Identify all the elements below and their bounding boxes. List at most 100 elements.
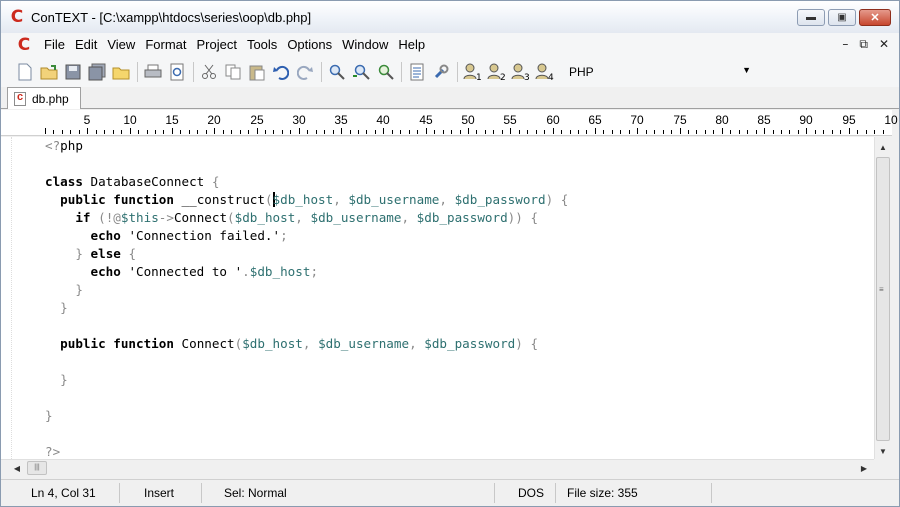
- scroll-left-arrow-icon[interactable]: ◀: [9, 460, 25, 476]
- user-exec-1-icon[interactable]: 1: [463, 62, 483, 82]
- ruler-tick: [147, 130, 148, 134]
- tab-label: db.php: [32, 91, 69, 106]
- maximize-button[interactable]: ▣: [828, 9, 856, 26]
- menu-window[interactable]: Window: [337, 33, 393, 57]
- ruler-tick: [366, 130, 367, 134]
- ruler-label: 30: [292, 113, 306, 127]
- find-next-icon[interactable]: [351, 62, 371, 82]
- undo-icon[interactable]: [271, 62, 291, 82]
- code-line[interactable]: class DatabaseConnect {: [45, 173, 568, 191]
- scroll-up-arrow-icon[interactable]: ▲: [875, 139, 891, 155]
- new-file-icon[interactable]: [15, 62, 35, 82]
- ruler-tick: [62, 130, 63, 134]
- menu-project[interactable]: Project: [191, 33, 241, 57]
- ruler-tick: [612, 130, 613, 134]
- code-line[interactable]: } else {: [45, 245, 568, 263]
- document-close-button[interactable]: ✕: [879, 37, 889, 52]
- code-line[interactable]: [45, 425, 568, 443]
- ruler-tick: [400, 130, 401, 134]
- menu-file[interactable]: File: [39, 33, 70, 57]
- menu-help[interactable]: Help: [393, 33, 430, 57]
- export-icon[interactable]: [407, 62, 427, 82]
- paste-icon[interactable]: [247, 62, 267, 82]
- tab-db-php[interactable]: db.php: [7, 87, 81, 109]
- code-line[interactable]: [45, 317, 568, 335]
- user-exec-2-icon[interactable]: 2: [487, 62, 507, 82]
- code-line[interactable]: <?php: [45, 137, 568, 155]
- horizontal-scroll-thumb[interactable]: |||: [27, 461, 47, 475]
- code-line[interactable]: echo 'Connection failed.';: [45, 227, 568, 245]
- print-preview-icon[interactable]: [167, 62, 187, 82]
- replace-icon[interactable]: [375, 62, 395, 82]
- ruler-label: 10: [884, 113, 898, 127]
- code-line[interactable]: [45, 353, 568, 371]
- php-file-icon: [14, 91, 26, 106]
- menu-view[interactable]: View: [102, 33, 140, 57]
- document-tab-bar: db.php: [1, 87, 899, 109]
- ruler-tick: [316, 130, 317, 134]
- ruler-tick: [172, 128, 173, 134]
- ruler-label: 45: [419, 113, 433, 127]
- vertical-scroll-thumb[interactable]: [876, 157, 890, 441]
- ruler-tick: [104, 130, 105, 134]
- code-line[interactable]: public function Connect($db_host, $db_us…: [45, 335, 568, 353]
- ruler-tick: [806, 128, 807, 134]
- ruler-tick: [485, 130, 486, 134]
- scroll-right-arrow-icon[interactable]: ▶: [856, 460, 872, 476]
- document-minimize-button[interactable]: –: [842, 37, 848, 52]
- ruler-label: 15: [165, 113, 179, 127]
- settings-icon[interactable]: [431, 62, 451, 82]
- close-button[interactable]: ✕: [859, 9, 891, 26]
- copy-icon[interactable]: [223, 62, 243, 82]
- title-bar[interactable]: C ConTEXT - [C:\xampp\htdocs\series\oop\…: [1, 1, 899, 33]
- code-line[interactable]: [45, 155, 568, 173]
- code-line[interactable]: if (!@$this->Connect($db_host, $db_usern…: [45, 209, 568, 227]
- language-select[interactable]: PHP ▼: [564, 61, 756, 82]
- minimize-button[interactable]: ▬: [797, 9, 825, 26]
- ruler-tick: [561, 130, 562, 134]
- code-line[interactable]: }: [45, 371, 568, 389]
- ruler-label: 95: [842, 113, 856, 127]
- code-line[interactable]: public function __construct($db_host, $d…: [45, 191, 568, 209]
- ruler-tick: [307, 130, 308, 134]
- code-line[interactable]: }: [45, 407, 568, 425]
- menu-format[interactable]: Format: [140, 33, 191, 57]
- vertical-scrollbar[interactable]: ▲ ≡ ▼: [874, 137, 891, 459]
- ruler-tick: [299, 128, 300, 134]
- ruler-tick: [874, 130, 875, 134]
- code-line[interactable]: }: [45, 299, 568, 317]
- open-icon[interactable]: [39, 62, 59, 82]
- app-window: C ConTEXT - [C:\xampp\htdocs\series\oop\…: [0, 0, 900, 507]
- toolbar-separator: [457, 62, 458, 82]
- menu-tools[interactable]: Tools: [242, 33, 282, 57]
- ruler-tick: [113, 130, 114, 134]
- ruler-tick: [231, 130, 232, 134]
- cut-icon[interactable]: [199, 62, 219, 82]
- horizontal-scrollbar[interactable]: ◀ ||| ▶: [1, 459, 874, 476]
- ruler-tick: [333, 130, 334, 134]
- ruler-tick: [426, 128, 427, 134]
- redo-icon[interactable]: [295, 62, 315, 82]
- scroll-down-arrow-icon[interactable]: ▼: [875, 443, 891, 459]
- document-restore-button[interactable]: ⧉: [859, 37, 868, 52]
- save-all-icon[interactable]: [87, 62, 107, 82]
- save-icon[interactable]: [63, 62, 83, 82]
- ruler-tick: [578, 130, 579, 134]
- code-area[interactable]: <?php class DatabaseConnect { public fun…: [45, 137, 568, 461]
- code-editor[interactable]: <?php class DatabaseConnect { public fun…: [1, 137, 874, 459]
- print-icon[interactable]: [143, 62, 163, 82]
- user-exec-3-icon[interactable]: 3: [511, 62, 531, 82]
- user-exec-4-icon[interactable]: 4: [535, 62, 555, 82]
- open-folder-icon[interactable]: [111, 62, 131, 82]
- ruler-tick: [155, 130, 156, 134]
- code-line[interactable]: echo 'Connected to '.$db_host;: [45, 263, 568, 281]
- code-line[interactable]: }: [45, 281, 568, 299]
- document-menu-icon[interactable]: C: [15, 36, 33, 54]
- menu-edit[interactable]: Edit: [70, 33, 102, 57]
- ruler-tick: [536, 130, 537, 134]
- code-line[interactable]: [45, 389, 568, 407]
- find-icon[interactable]: [327, 62, 347, 82]
- ruler-tick: [248, 130, 249, 134]
- menu-options[interactable]: Options: [282, 33, 337, 57]
- ruler-label: 75: [673, 113, 687, 127]
